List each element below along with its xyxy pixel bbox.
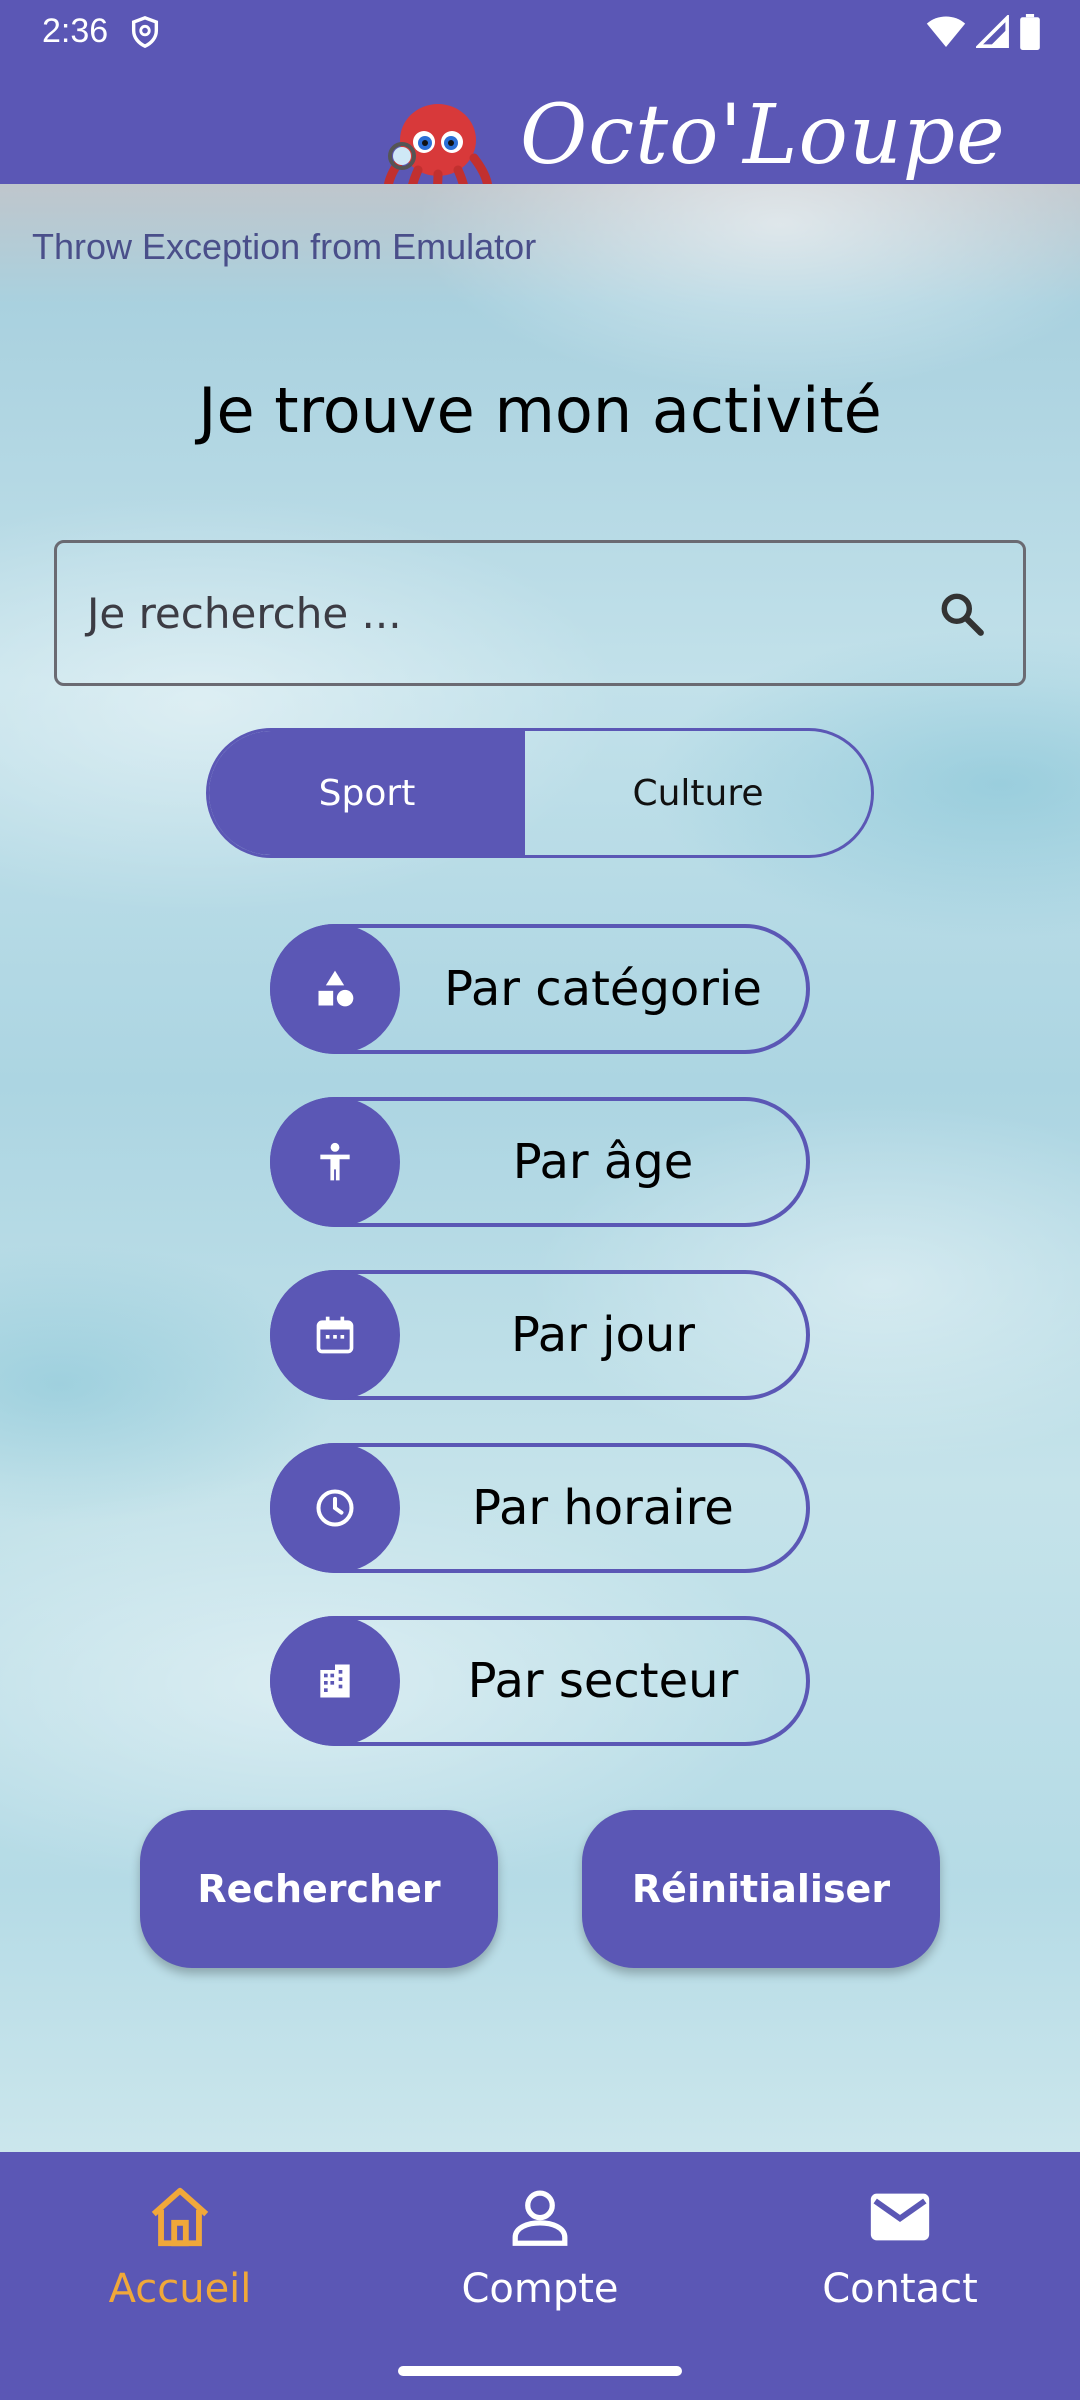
debug-exception-link[interactable]: Throw Exception from Emulator	[32, 226, 536, 268]
filter-day-button[interactable]: Par jour	[270, 1270, 810, 1400]
nav-item-account[interactable]: Compte	[390, 2182, 690, 2312]
home-indicator[interactable]	[398, 2366, 682, 2376]
filter-category-button[interactable]: Par catégorie	[270, 924, 810, 1054]
filter-sector-button[interactable]: Par secteur	[270, 1616, 810, 1746]
category-icon	[318, 970, 354, 1007]
activity-type-toggle: Sport Culture	[206, 728, 874, 858]
filter-icon-wrap	[270, 1616, 400, 1746]
search-input[interactable]: Je recherche ...	[54, 540, 1026, 686]
nav-label: Compte	[461, 2266, 619, 2312]
person-icon	[320, 1142, 350, 1181]
filter-icon-wrap	[270, 1097, 400, 1227]
filter-label: Par catégorie	[444, 961, 762, 1017]
mail-icon	[870, 2193, 930, 2241]
app-title: Octo'Loupe	[520, 88, 1006, 183]
status-bar: 2:36	[0, 0, 1080, 62]
toggle-culture[interactable]: Culture	[525, 731, 871, 855]
filter-age-button[interactable]: Par âge	[270, 1097, 810, 1227]
nav-label: Accueil	[108, 2266, 252, 2312]
filter-label: Par horaire	[472, 1480, 734, 1536]
account-icon	[512, 2190, 568, 2246]
page-title: Je trouve mon activité	[198, 374, 882, 447]
status-time: 2:36	[42, 12, 109, 50]
calendar-icon	[316, 1316, 354, 1354]
filter-label: Par âge	[512, 1134, 694, 1190]
building-icon	[320, 1664, 350, 1698]
nav-label: Contact	[822, 2266, 978, 2312]
nav-item-home[interactable]: Accueil	[30, 2182, 330, 2312]
nav-item-contact[interactable]: Contact	[750, 2182, 1050, 2312]
filter-label: Par jour	[510, 1307, 696, 1363]
battery-icon	[1020, 14, 1040, 50]
wifi-icon	[926, 16, 966, 47]
search-icon[interactable]	[937, 589, 987, 639]
clock-icon	[316, 1489, 354, 1527]
shield-icon	[131, 16, 159, 49]
filter-time-button[interactable]: Par horaire	[270, 1443, 810, 1573]
reset-button[interactable]: Réinitialiser	[582, 1810, 940, 1968]
status-icons	[926, 14, 1040, 50]
home-icon	[151, 2187, 209, 2247]
filter-label: Par secteur	[467, 1653, 739, 1709]
main-content: Throw Exception from Emulator Je trouve …	[0, 184, 1080, 2152]
filter-icon-wrap	[270, 1270, 400, 1400]
filter-icon-wrap	[270, 1443, 400, 1573]
search-button[interactable]: Rechercher	[140, 1810, 498, 1968]
search-placeholder: Je recherche ...	[87, 589, 402, 638]
filter-icon-wrap	[270, 924, 400, 1054]
signal-icon	[976, 15, 1009, 48]
bottom-navigation: Accueil Compte Contact	[0, 2152, 1080, 2400]
toggle-sport[interactable]: Sport	[209, 731, 525, 855]
app-header: Octo'Loupe	[0, 62, 1080, 214]
